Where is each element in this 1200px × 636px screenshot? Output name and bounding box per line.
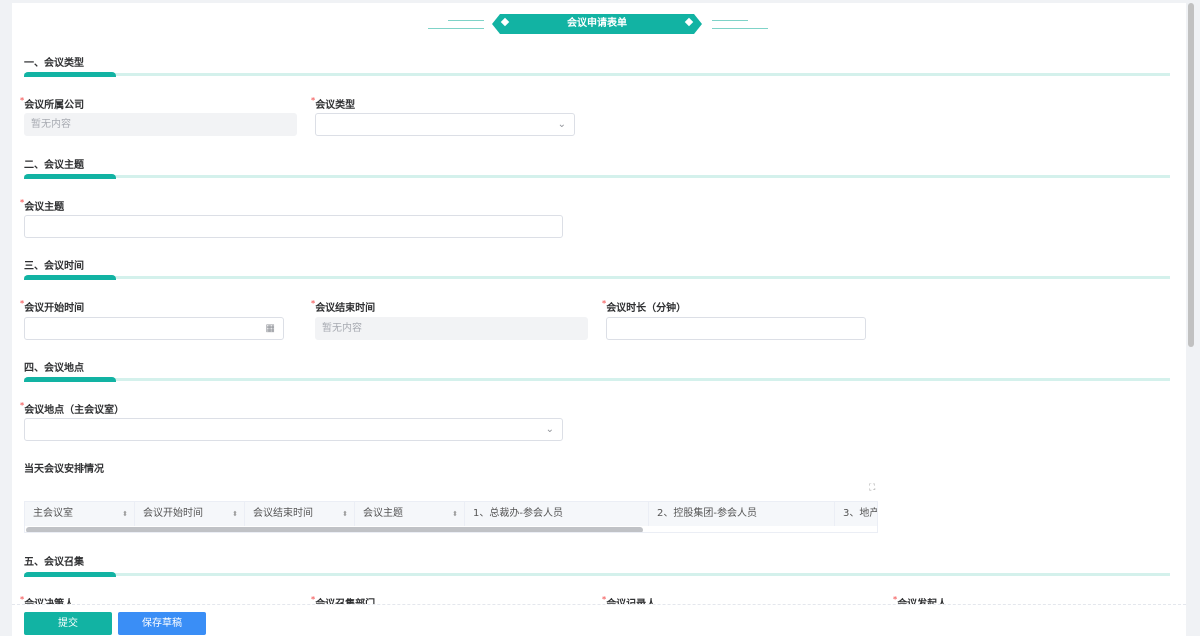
table-horizontal-scrollbar[interactable] (26, 527, 643, 532)
duration-input[interactable] (606, 317, 866, 340)
fullscreen-icon[interactable]: ⛶ (869, 483, 875, 493)
company-field: 暂无内容 (24, 113, 297, 136)
save-draft-button[interactable]: 保存草稿 (118, 612, 206, 635)
section-divider (24, 275, 1170, 280)
chevron-down-icon: ⌄ (557, 119, 566, 130)
section-heading: 四、会议地点 (24, 363, 84, 374)
company-label: *会议所属公司 (20, 96, 85, 111)
submit-button[interactable]: 提交 (24, 612, 112, 635)
sort-icon: ⬍ (232, 510, 238, 518)
page-scrollbar[interactable] (1188, 3, 1194, 347)
start-time-input[interactable]: ▦ (24, 317, 284, 340)
location-label: *会议地点（主会议室） (20, 401, 125, 416)
column-header[interactable]: 会议主题 ⬍ (355, 502, 465, 526)
subject-input[interactable] (24, 215, 563, 238)
subject-label: *会议主题 (20, 198, 65, 213)
calendar-icon[interactable]: ▦ (266, 318, 275, 339)
type-label: *会议类型 (311, 96, 356, 111)
location-select[interactable]: ⌄ (24, 418, 563, 441)
type-select[interactable]: ⌄ (315, 113, 575, 136)
section-heading: 一、会议类型 (24, 58, 84, 69)
section-heading: 三、会议时间 (24, 261, 84, 272)
sort-icon: ⬍ (122, 510, 128, 518)
section-divider (24, 174, 1170, 179)
column-header[interactable]: 会议结束时间 ⬍ (245, 502, 355, 526)
schedule-title: 当天会议安排情况 (24, 464, 104, 475)
end-label: *会议结束时间 (311, 299, 376, 314)
sort-icon: ⬍ (342, 510, 348, 518)
duration-label: *会议时长（分钟） (602, 299, 687, 314)
section-heading: 二、会议主题 (24, 160, 84, 171)
sort-icon: ⬍ (452, 510, 458, 518)
form-footer: 提交 保存草稿 (12, 604, 1186, 636)
column-header: 1、总裁办-参会人员 (465, 502, 649, 526)
column-header[interactable]: 会议开始时间 ⬍ (135, 502, 245, 526)
section-divider (24, 72, 1170, 77)
column-header: 3、地产集团 (835, 502, 877, 526)
form-title: 会议申请表单 (428, 12, 768, 36)
section-divider (24, 377, 1170, 382)
section-divider (24, 572, 1170, 577)
column-header[interactable]: 主会议室 ⬍ (25, 502, 135, 526)
form-title-text: 会议申请表单 (567, 18, 627, 29)
section-heading: 五、会议召集 (24, 557, 84, 568)
schedule-table: 主会议室 ⬍ 会议开始时间 ⬍ 会议结束时间 ⬍ 会议主题 ⬍ 1、总裁办-参会人员 2… (24, 501, 878, 533)
end-time-field: 暂无内容 (315, 317, 588, 340)
column-header: 2、控股集团-参会人员 (649, 502, 835, 526)
chevron-down-icon: ⌄ (545, 424, 554, 435)
start-label: *会议开始时间 (20, 299, 85, 314)
